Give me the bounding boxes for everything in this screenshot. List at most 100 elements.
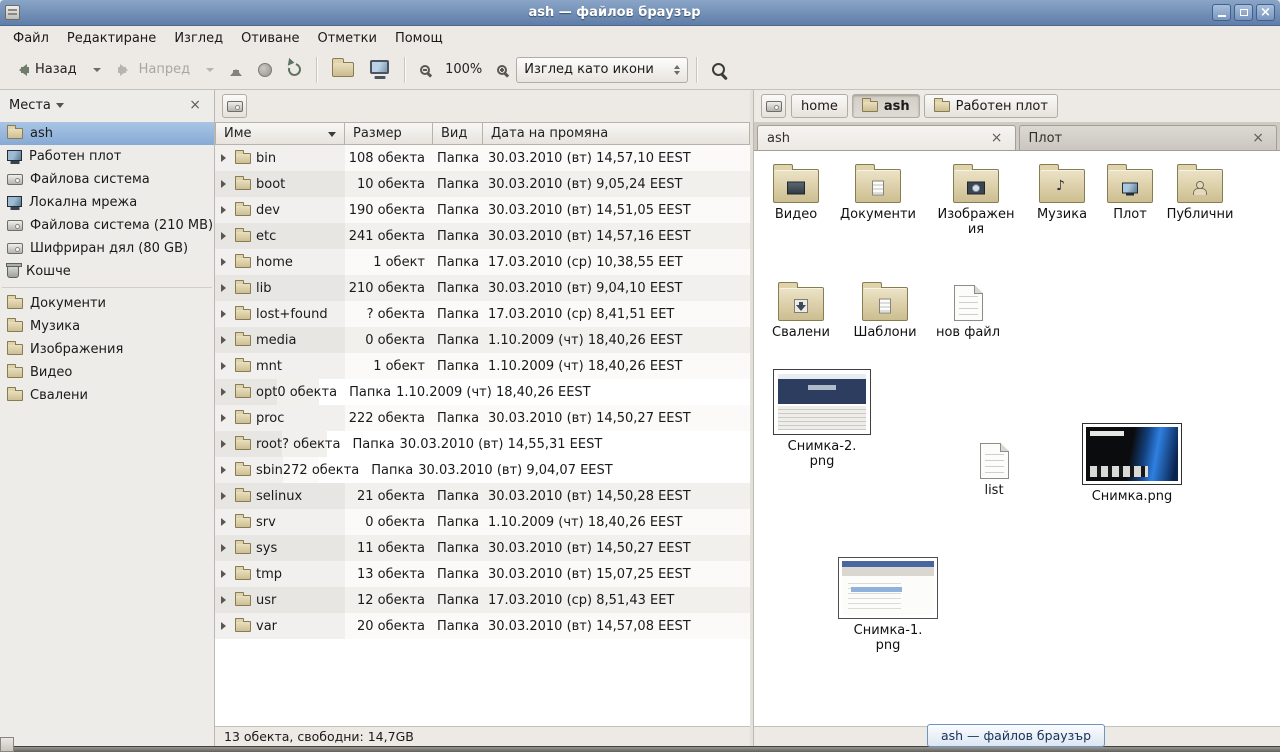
icon-view-item[interactable]: Снимка-2.png <box>770 369 874 470</box>
table-row[interactable]: selinux 21 обекта Папка 30.03.2010 (вт) … <box>215 483 750 509</box>
expander-icon[interactable] <box>221 284 230 292</box>
expander-icon[interactable] <box>221 518 230 526</box>
icon-view-item[interactable]: Снимка.png <box>1076 423 1188 505</box>
menu-item[interactable]: Файл <box>4 28 58 49</box>
table-row[interactable]: media 0 обекта Папка 1.10.2009 (чт) 18,4… <box>215 327 750 353</box>
table-row[interactable]: opt 0 обекта Папка 1.10.2009 (чт) 18,40,… <box>215 379 319 405</box>
table-row[interactable]: bin 108 обекта Папка 30.03.2010 (вт) 14,… <box>215 145 750 171</box>
breadcrumb-button[interactable]: home <box>791 94 848 118</box>
expander-icon[interactable] <box>221 570 230 578</box>
computer-button[interactable] <box>363 55 396 85</box>
expander-icon[interactable] <box>221 310 230 318</box>
back-button[interactable]: Назад <box>6 55 84 85</box>
table-row[interactable]: var 20 обекта Папка 30.03.2010 (вт) 14,5… <box>215 613 750 639</box>
table-row[interactable]: etc 241 обекта Папка 30.03.2010 (вт) 14,… <box>215 223 750 249</box>
menu-item[interactable]: Помощ <box>386 28 452 49</box>
expander-icon[interactable] <box>221 414 230 422</box>
table-row[interactable]: lib 210 обекта Папка 30.03.2010 (вт) 9,0… <box>215 275 750 301</box>
expander-icon[interactable] <box>221 466 230 474</box>
expander-icon[interactable] <box>221 596 230 604</box>
icon-view-item[interactable]: Свалени <box>761 279 841 341</box>
title-bar[interactable]: ash — файлов браузър <box>0 0 1280 26</box>
stop-button[interactable] <box>251 55 279 85</box>
icon-view-item[interactable]: Публични <box>1160 161 1240 223</box>
table-row[interactable]: srv 0 обекта Папка 1.10.2009 (чт) 18,40,… <box>215 509 750 535</box>
back-dropdown-button[interactable] <box>86 55 108 85</box>
icon-view-item[interactable]: Снимка-1.png <box>836 557 940 654</box>
sidebar-item[interactable]: Файлова система (210 MB) <box>0 214 214 237</box>
close-button[interactable] <box>1256 4 1275 21</box>
column-header-size[interactable]: Размер <box>345 122 433 145</box>
icon-view-item[interactable]: Документи <box>838 161 918 223</box>
expander-icon[interactable] <box>221 492 230 500</box>
table-row[interactable]: boot 10 обекта Папка 30.03.2010 (вт) 9,0… <box>215 171 750 197</box>
zoom-in-button[interactable] <box>490 55 514 85</box>
taskbar-window-button[interactable]: ash — файлов браузър <box>927 724 1105 747</box>
show-desktop-button[interactable] <box>0 737 14 752</box>
icon-view-item[interactable]: list <box>954 437 1034 499</box>
sidebar-item[interactable]: Работен плот <box>0 145 214 168</box>
expander-icon[interactable] <box>221 388 230 396</box>
expander-icon[interactable] <box>221 258 230 266</box>
breadcrumb-root-button[interactable] <box>761 94 786 118</box>
breadcrumb-button[interactable]: Работен плот <box>924 94 1058 118</box>
sidebar-item[interactable]: Шифриран дял (80 GB) <box>0 237 214 260</box>
icon-view-item[interactable]: Шаблони <box>845 279 925 341</box>
menu-item[interactable]: Изглед <box>165 28 232 49</box>
column-header-name[interactable]: Име <box>215 122 345 145</box>
minimize-button[interactable] <box>1212 4 1231 21</box>
table-row[interactable]: dev 190 обекта Папка 30.03.2010 (вт) 14,… <box>215 197 750 223</box>
sidebar-item[interactable]: ash <box>0 122 214 145</box>
sidebar-item[interactable]: Файлова система <box>0 168 214 191</box>
reload-button[interactable] <box>281 55 308 85</box>
expander-icon[interactable] <box>221 544 230 552</box>
breadcrumb-button[interactable]: ash <box>852 94 920 118</box>
forward-button[interactable]: Напред <box>110 55 197 85</box>
expander-icon[interactable] <box>221 206 230 214</box>
table-row[interactable]: sbin 272 обекта Папка 30.03.2010 (вт) 9,… <box>215 457 319 483</box>
chevron-down-icon[interactable] <box>56 103 64 112</box>
up-button[interactable] <box>223 55 249 85</box>
menu-item[interactable]: Редактиране <box>58 28 165 49</box>
sidebar-item[interactable]: Изображения <box>0 338 214 361</box>
sidebar-item[interactable]: Документи <box>0 292 214 315</box>
expander-icon[interactable] <box>221 232 230 240</box>
sidebar-item[interactable]: Кошче <box>0 260 214 283</box>
table-row[interactable]: tmp 13 обекта Папка 30.03.2010 (вт) 15,0… <box>215 561 750 587</box>
home-button[interactable] <box>325 55 361 85</box>
table-row[interactable]: home 1 обект Папка 17.03.2010 (ср) 10,38… <box>215 249 750 275</box>
table-row[interactable]: proc 222 обекта Папка 30.03.2010 (вт) 14… <box>215 405 750 431</box>
expander-icon[interactable] <box>221 154 230 162</box>
tab-close-button[interactable] <box>988 130 1006 147</box>
tab[interactable]: ash <box>757 125 1016 150</box>
expander-icon[interactable] <box>221 336 230 344</box>
table-row[interactable]: sys 11 обекта Папка 30.03.2010 (вт) 14,5… <box>215 535 750 561</box>
table-row[interactable]: root ? обекта Папка 30.03.2010 (вт) 14,5… <box>215 431 327 457</box>
table-row[interactable]: lost+found ? обекта Папка 17.03.2010 (ср… <box>215 301 750 327</box>
tab[interactable]: Плот <box>1019 125 1278 150</box>
sidebar-item[interactable]: Свалени <box>0 384 214 407</box>
table-row[interactable]: mnt 1 обект Папка 1.10.2009 (чт) 18,40,2… <box>215 353 750 379</box>
tab-close-button[interactable] <box>1249 130 1267 147</box>
maximize-button[interactable] <box>1234 4 1253 21</box>
column-header-date[interactable]: Дата на промяна <box>483 122 750 145</box>
menu-item[interactable]: Отиване <box>232 28 308 49</box>
table-row[interactable]: usr 12 обекта Папка 17.03.2010 (ср) 8,51… <box>215 587 750 613</box>
breadcrumb-root-button[interactable] <box>222 94 247 118</box>
sidebar-item[interactable]: Локална мрежа <box>0 191 214 214</box>
menu-item[interactable]: Отметки <box>308 28 385 49</box>
column-header-type[interactable]: Вид <box>433 122 483 145</box>
forward-dropdown-button[interactable] <box>199 55 221 85</box>
sidebar-item[interactable]: Музика <box>0 315 214 338</box>
expander-icon[interactable] <box>221 440 230 448</box>
icon-view-item[interactable]: Плот <box>1090 161 1170 223</box>
expander-icon[interactable] <box>221 180 230 188</box>
search-button[interactable] <box>705 55 732 85</box>
expander-icon[interactable] <box>221 362 230 370</box>
icon-view-item[interactable]: нов файл <box>928 279 1008 341</box>
icon-view-item[interactable]: Видео <box>756 161 836 223</box>
expander-icon[interactable] <box>221 622 230 630</box>
zoom-out-button[interactable] <box>413 55 437 85</box>
view-mode-combo[interactable]: Изглед като икони <box>516 57 688 83</box>
sidebar-item[interactable]: Видео <box>0 361 214 384</box>
